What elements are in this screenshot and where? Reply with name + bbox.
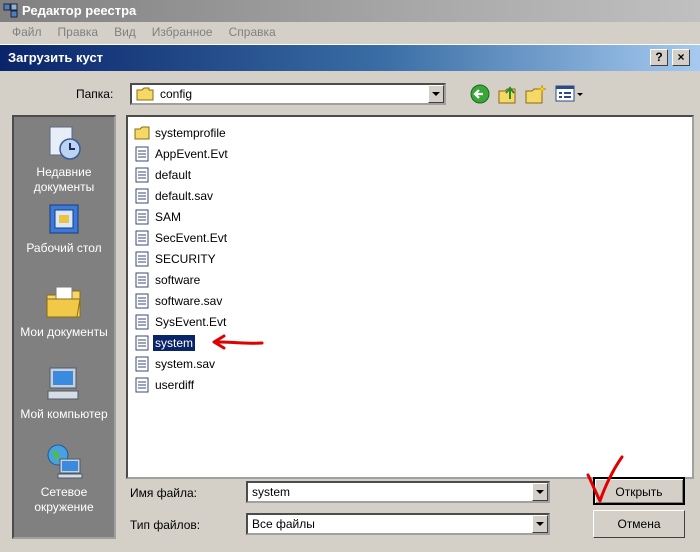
file-icon [135,272,149,287]
places-bar: Недавние документы Рабочий стол Мои доку… [12,115,116,539]
place-my-computer[interactable]: Мой компьютер [14,365,114,422]
list-item[interactable]: default.sav [134,186,215,205]
filename-combo[interactable]: system [246,481,550,503]
dialog-title-bar: Загрузить куст [0,45,700,71]
file-icon [135,251,149,266]
list-item[interactable]: software [134,270,202,289]
menu-view[interactable]: Вид [106,22,144,42]
menu-edit[interactable]: Правка [50,22,107,42]
folder-icon [134,126,150,139]
file-icon [135,188,149,203]
menu-file[interactable]: Файл [4,22,50,42]
desktop-icon [49,204,79,234]
list-item-selected[interactable]: system [134,333,197,352]
place-my-computer-label: Мой компьютер [20,407,108,421]
file-icon [135,167,149,182]
file-name: systemprofile [155,125,226,140]
filetype-value: Все файлы [252,517,315,531]
file-icon [135,314,149,329]
list-item[interactable]: default [134,165,193,184]
file-name: SysEvent.Evt [155,314,227,329]
filename-dropdown-button[interactable] [532,483,548,501]
annotation-checkmark-icon [586,455,624,503]
list-item[interactable]: userdiff [134,375,196,394]
folder-value: config [160,87,193,101]
file-name: system [151,333,197,352]
file-name: system.sav [155,356,216,371]
network-icon [47,444,83,479]
place-my-documents-label: Мои документы [20,325,108,339]
place-network-label: Сетевое окружение [34,485,94,514]
up-folder-icon[interactable] [496,83,520,105]
annotation-arrow-icon [212,334,264,350]
list-item[interactable]: SysEvent.Evt [134,312,228,331]
list-item[interactable]: system.sav [134,354,217,373]
list-item[interactable]: SECURITY [134,249,218,268]
file-name: userdiff [155,377,195,392]
load-hive-dialog: Загрузить куст ? × Папка: config Недавни… [0,44,700,552]
filename-value: system [252,485,291,499]
view-menu-icon[interactable] [554,83,584,105]
file-name: AppEvent.Evt [155,146,228,161]
file-icon [135,146,149,161]
file-name: default.sav [155,188,214,203]
place-network[interactable]: Сетевое окружение [14,443,114,515]
list-item[interactable]: systemprofile [134,123,228,142]
file-icon [135,293,149,308]
folder-label: Папка: [76,87,114,101]
folder-icon [136,87,154,101]
place-desktop[interactable]: Рабочий стол [14,203,114,256]
file-icon [135,209,149,224]
file-name: software [155,272,201,287]
file-icon [135,230,149,245]
file-name: software.sav [155,293,223,308]
dialog-title: Загрузить куст [8,50,104,65]
list-item[interactable]: SecEvent.Evt [134,228,229,247]
file-list: systemprofile AppEvent.Evt default defau… [126,115,694,479]
new-folder-icon[interactable] [524,83,548,105]
file-icon [135,377,149,392]
back-icon[interactable] [468,83,492,105]
my-computer-icon [47,367,79,400]
close-button[interactable]: × [672,49,690,66]
menu-help[interactable]: Справка [221,22,284,42]
list-item[interactable]: software.sav [134,291,224,310]
app-title-bar: Редактор реестра [0,0,700,22]
folder-dropdown-button[interactable] [428,85,444,103]
my-documents-icon [46,286,81,318]
cancel-button[interactable]: Отмена [593,510,685,538]
place-recent-label: Недавние документы [33,165,95,194]
menu-favorites[interactable]: Избранное [144,22,221,42]
file-icon [135,356,149,371]
filetype-label: Тип файлов: [130,518,201,532]
list-item[interactable]: SAM [134,207,183,226]
folder-combo[interactable]: config [130,83,446,105]
file-name: default [155,167,192,182]
filetype-dropdown-button[interactable] [532,515,548,533]
file-name: SAM [155,209,182,224]
filetype-select[interactable]: Все файлы [246,513,550,535]
app-menu-bar: Файл Правка Вид Избранное Справка [0,22,700,42]
place-my-documents[interactable]: Мои документы [14,283,114,340]
place-recent[interactable]: Недавние документы [14,123,114,195]
list-item[interactable]: AppEvent.Evt [134,144,230,163]
registry-editor-icon [3,3,18,18]
help-button[interactable]: ? [650,49,668,66]
recent-documents-icon [49,126,81,160]
app-title: Редактор реестра [22,3,137,18]
file-icon [135,335,149,350]
file-name: SECURITY [155,251,216,266]
place-desktop-label: Рабочий стол [26,241,102,255]
filename-label: Имя файла: [130,486,197,500]
file-name: SecEvent.Evt [155,230,228,245]
